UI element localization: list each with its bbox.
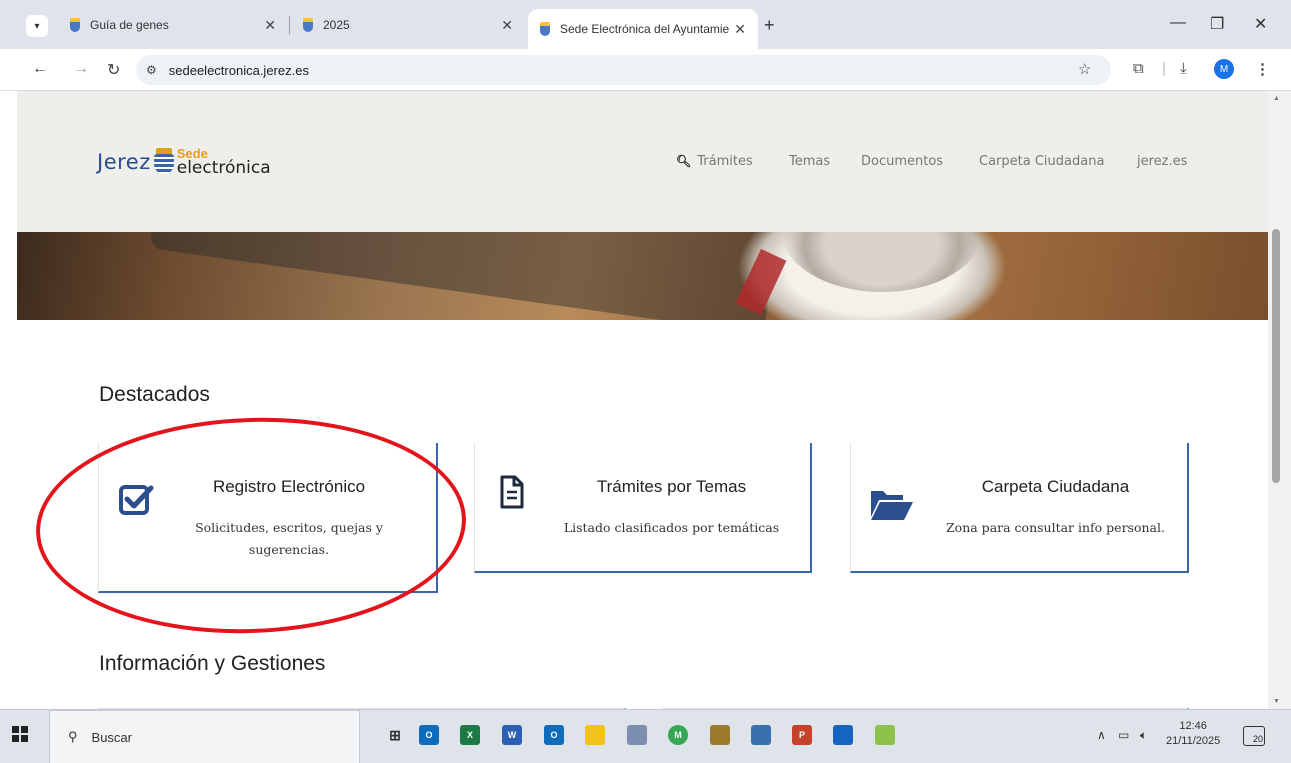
nav-documentos[interactable]: Documentos xyxy=(861,154,943,169)
card-carpeta-ciudadana[interactable]: Carpeta Ciudadana Zona para consultar in… xyxy=(850,443,1189,573)
minimize-icon[interactable]: — xyxy=(1170,14,1186,32)
scroll-up-icon[interactable]: ▲ xyxy=(1273,95,1280,102)
address-toolbar: ← → ↻ ⚙ sedeelectronica.jerez.es ☆ ⧉ | ⤓… xyxy=(0,49,1291,91)
word-icon[interactable]: W xyxy=(502,725,522,745)
reload-icon[interactable]: ↻ xyxy=(107,60,120,80)
excel-icon[interactable]: X xyxy=(460,725,480,745)
coat-of-arms-icon xyxy=(153,148,174,176)
download-icon[interactable]: ⤓ xyxy=(1180,60,1187,77)
site-header: Jerez Sede electrónica 🔍︎ Trámites Temas … xyxy=(17,91,1268,232)
url-text: sedeelectronica.jerez.es xyxy=(168,62,309,78)
nav-carpeta-ciudadana[interactable]: Carpeta Ciudadana xyxy=(979,154,1104,169)
card-description: Zona para consultar info personal. xyxy=(946,520,1165,535)
card-title: Trámites por Temas xyxy=(596,477,747,496)
outlook-classic-icon[interactable]: O xyxy=(544,725,564,745)
network-icon[interactable]: ▭ xyxy=(1118,728,1129,742)
close-icon[interactable]: ✕ xyxy=(734,21,746,38)
windows-taskbar: ⚲ Buscar ⊞ O X W O M P ∧ ▭ 🔈︎ 12:46 21/1… xyxy=(0,709,1291,763)
section-title-informacion-gestiones: Información y Gestiones xyxy=(99,652,326,675)
powerpoint-icon[interactable]: P xyxy=(792,725,812,745)
nav-temas[interactable]: Temas xyxy=(789,154,830,169)
jerez-sede-logo[interactable]: Jerez Sede electrónica xyxy=(97,147,271,177)
search-placeholder: Buscar xyxy=(91,729,132,745)
windows-start-icon[interactable] xyxy=(12,726,28,742)
task-view-icon[interactable]: ⊞ xyxy=(385,725,405,745)
tab-title: Sede Electrónica del Ayuntamie xyxy=(560,22,730,36)
url-bar[interactable]: ⚙ sedeelectronica.jerez.es xyxy=(136,55,1111,85)
card-registro-electronico[interactable]: Registro Electrónico Solicitudes, escrit… xyxy=(98,443,438,593)
card-title: Registro Electrónico xyxy=(212,477,366,496)
nav-tramites[interactable]: 🔍︎ Trámites xyxy=(676,154,753,169)
profile-avatar[interactable]: M xyxy=(1214,59,1234,79)
clock-time: 12:46 xyxy=(1179,720,1207,732)
logo-jerez-text: Jerez xyxy=(97,150,151,174)
hero-banner-image xyxy=(17,232,1268,320)
back-icon[interactable]: ← xyxy=(32,60,48,78)
search-icon: 🔍︎ xyxy=(676,154,692,168)
document-icon xyxy=(499,475,525,514)
adobe-icon[interactable] xyxy=(710,725,730,745)
page-scrollbar[interactable]: ▲ ▼ xyxy=(1268,91,1291,709)
close-icon[interactable]: ✕ xyxy=(501,17,513,34)
folder-icon xyxy=(869,487,915,526)
tab-title: 2025 xyxy=(323,18,350,32)
volume-icon[interactable]: 🔈︎ xyxy=(1140,728,1147,743)
jerez-favicon-icon xyxy=(303,18,313,32)
section-title-destacados: Destacados xyxy=(99,383,210,406)
sam-app-icon[interactable] xyxy=(875,725,895,745)
taskbar-search[interactable]: ⚲ Buscar xyxy=(49,710,360,763)
tab-title: Guía de genes xyxy=(90,18,169,32)
app-window-icon[interactable] xyxy=(833,725,853,745)
notification-center-icon[interactable]: 20 xyxy=(1243,726,1265,746)
card-description: Listado clasificados por temáticas xyxy=(563,520,780,535)
tray-chevron-icon[interactable]: ∧ xyxy=(1097,728,1106,742)
card-title: Carpeta Ciudadana xyxy=(981,477,1130,496)
scrollbar-thumb[interactable] xyxy=(1272,229,1280,483)
jerez-favicon-icon xyxy=(540,22,550,36)
card-description: Solicitudes, escritos, quejas y sugerenc… xyxy=(195,520,383,557)
outlook-icon[interactable]: O xyxy=(419,725,439,745)
close-icon[interactable]: ✕ xyxy=(264,17,276,34)
page-viewport: Jerez Sede electrónica 🔍︎ Trámites Temas … xyxy=(0,91,1268,709)
tab-search-chevron-icon[interactable]: ▾ xyxy=(26,15,48,37)
kebab-menu-icon[interactable]: ⋮ xyxy=(1255,60,1270,78)
file-explorer-icon[interactable] xyxy=(585,725,605,745)
notification-count: 20 xyxy=(1252,734,1263,744)
tab-guia-de-genes[interactable]: Guía de genes ✕ xyxy=(58,9,288,41)
toolbar-divider: | xyxy=(1162,60,1166,77)
notes-icon[interactable] xyxy=(751,725,771,745)
card-tramites-por-temas[interactable]: Trámites por Temas Listado clasificados … xyxy=(474,443,812,573)
logo-electronica-text: electrónica xyxy=(176,158,271,178)
site-settings-icon[interactable]: ⚙ xyxy=(146,63,157,77)
tab-divider xyxy=(289,16,290,34)
browser-tab-strip: ▾ Guía de genes ✕ 2025 ✕ Sede Electrónic… xyxy=(0,0,1291,49)
tab-sede-electronica[interactable]: Sede Electrónica del Ayuntamie ✕ xyxy=(528,9,758,49)
restore-icon[interactable]: ❐ xyxy=(1210,14,1224,34)
new-tab-icon[interactable]: + xyxy=(764,15,775,36)
scroll-down-icon[interactable]: ▼ xyxy=(1273,698,1280,705)
chrome-icon[interactable]: M xyxy=(668,725,688,745)
search-icon: ⚲ xyxy=(68,729,78,744)
nav-jerez-es[interactable]: jerez.es xyxy=(1137,154,1187,169)
paint-icon[interactable] xyxy=(627,725,647,745)
clock-date: 21/11/2025 xyxy=(1166,735,1221,747)
window-close-icon[interactable]: ✕ xyxy=(1254,14,1267,34)
system-clock[interactable]: 12:46 21/11/2025 xyxy=(1166,719,1220,749)
bookmark-star-icon[interactable]: ☆ xyxy=(1078,60,1091,78)
tab-2025[interactable]: 2025 ✕ xyxy=(291,9,525,41)
forward-icon[interactable]: → xyxy=(73,60,89,78)
extensions-icon[interactable]: ⧉ xyxy=(1133,60,1144,77)
jerez-favicon-icon xyxy=(70,18,80,32)
